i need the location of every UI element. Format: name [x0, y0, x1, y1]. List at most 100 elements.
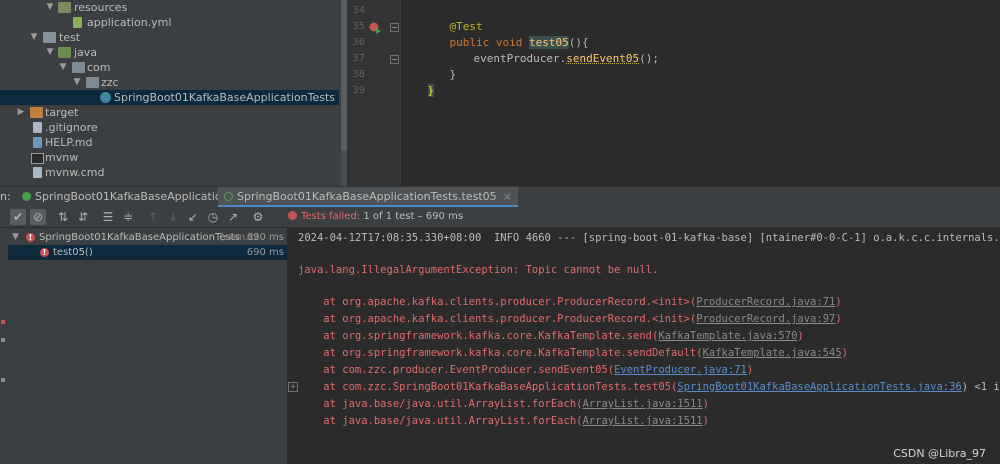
tree-item-label: SpringBoot01KafkaBaseApplicationTests	[114, 91, 336, 104]
tree-item-application-yml[interactable]: application.yml	[0, 15, 339, 30]
test-case-row[interactable]: ! test05() 690 ms	[0, 245, 287, 260]
marker-icon	[1, 320, 5, 324]
line-number: 35	[352, 21, 365, 32]
collapse-all-icon[interactable]: ≑	[120, 209, 136, 225]
run-test-error-icon[interactable]	[369, 22, 381, 34]
tree-item-com[interactable]: ▼ com	[0, 60, 339, 75]
show-passed-icon[interactable]: ✔	[10, 209, 26, 225]
sort-by-duration-icon[interactable]: ⇵	[75, 209, 91, 225]
tree-item-resources[interactable]: ▼ resources	[0, 0, 339, 15]
fold-icon[interactable]	[390, 23, 399, 32]
source-link[interactable]: SpringBoot01KafkaBaseApplicationTests.ja…	[677, 381, 961, 393]
test-results-tree: ▼ ! SpringBoot01KafkaBaseApplicationTest…	[0, 228, 288, 464]
source-link[interactable]: ProducerRecord.java:71	[696, 296, 835, 308]
chevron-right-icon[interactable]: ▶	[16, 105, 26, 120]
chevron-down-icon[interactable]: ▼	[72, 75, 82, 90]
expand-all-icon[interactable]: ☰	[100, 209, 116, 225]
show-ignored-icon[interactable]: ⊘	[30, 209, 46, 225]
markdown-file-icon	[33, 137, 42, 148]
source-link[interactable]: KafkaTemplate.java:545	[703, 347, 842, 359]
history-icon[interactable]: ◷	[205, 209, 221, 225]
tree-item-label: application.yml	[87, 16, 172, 29]
stack-frame: at java.base/java.util.ArrayList.forEach…	[298, 413, 709, 429]
test-duration: 690 ms	[246, 247, 284, 258]
stack-frame-end: )	[702, 415, 709, 427]
file-icon	[33, 122, 42, 133]
line-number: 39	[352, 85, 365, 96]
stack-frame-text: at org.springframework.kafka.core.KafkaT…	[298, 330, 659, 342]
stack-frame: at org.apache.kafka.clients.producer.Pro…	[298, 311, 841, 327]
stack-frame-end: )	[702, 398, 709, 410]
tree-item-gitignore[interactable]: .gitignore	[0, 120, 339, 135]
line-number: 36	[352, 37, 365, 48]
source-link[interactable]: ArrayList.java:1511	[582, 415, 702, 427]
code-line-35: public void test05(){	[423, 19, 589, 49]
tab-application-run[interactable]: SpringBoot01KafkaBaseApplication×	[22, 187, 244, 207]
sort-alphabetically-icon[interactable]: ⇅	[55, 209, 71, 225]
closing-brace: }	[449, 68, 457, 81]
tree-item-target[interactable]: ▶ target	[0, 105, 339, 120]
method-call: sendEvent05	[566, 52, 640, 65]
log-line: 2024-04-12T17:08:35.330+08:00 INFO 4660 …	[298, 232, 1000, 244]
fold-icon[interactable]	[390, 55, 399, 64]
tree-item-java[interactable]: ▼ java	[0, 45, 339, 60]
code-line-36: eventProducer.sendEvent05();	[447, 35, 659, 65]
error-icon: !	[40, 248, 49, 257]
next-failed-icon[interactable]: ↓	[165, 209, 181, 225]
spring-boot-icon	[22, 192, 31, 201]
code-line-38: }	[401, 67, 435, 97]
chevron-down-icon[interactable]: ▼	[45, 0, 55, 15]
exception-line: java.lang.IllegalArgumentException: Topi…	[298, 264, 659, 276]
stack-frame: at org.springframework.kafka.core.KafkaT…	[298, 345, 848, 361]
terminal-file-icon	[31, 153, 44, 164]
error-icon	[288, 211, 297, 220]
line-number: 34	[352, 5, 365, 16]
source-link[interactable]: ProducerRecord.java:97	[696, 313, 835, 325]
stack-frame: at org.apache.kafka.clients.producer.Pro…	[298, 294, 841, 310]
stack-frame-text: at org.apache.kafka.clients.producer.Pro…	[298, 296, 697, 308]
tab-tests-run[interactable]: SpringBoot01KafkaBaseApplicationTests.te…	[218, 187, 518, 207]
tree-item-label: .gitignore	[45, 121, 98, 134]
code-line-34: @Test	[423, 3, 483, 33]
chevron-down-icon[interactable]: ▼	[12, 230, 19, 245]
tree-item-mvnw-cmd[interactable]: mvnw.cmd	[0, 165, 339, 180]
tab-label: SpringBoot01KafkaBaseApplication	[35, 190, 229, 203]
stack-frame: at java.base/java.util.ArrayList.forEach…	[298, 396, 709, 412]
tree-item-label: HELP.md	[45, 136, 93, 149]
test-source-folder-icon	[58, 47, 71, 58]
previous-failed-icon[interactable]: ↑	[145, 209, 161, 225]
stack-frame-text: at org.apache.kafka.clients.producer.Pro…	[298, 313, 697, 325]
settings-gear-icon[interactable]: ⚙	[250, 209, 266, 225]
tree-item-mvnw[interactable]: mvnw	[0, 150, 339, 165]
tree-item-help-md[interactable]: HELP.md	[0, 135, 339, 150]
console-output[interactable]: 2024-04-12T17:08:35.330+08:00 INFO 4660 …	[288, 228, 1000, 464]
tree-item-test[interactable]: ▼ test	[0, 30, 339, 45]
tree-item-zzc[interactable]: ▼ zzc	[0, 75, 339, 90]
tree-item-label: test	[59, 31, 81, 44]
chevron-down-icon[interactable]: ▼	[58, 60, 68, 75]
tree-item-label: resources	[74, 1, 128, 14]
export-results-icon[interactable]: ↗	[225, 209, 241, 225]
expand-icon[interactable]: +	[288, 382, 298, 392]
source-link[interactable]: EventProducer.java:71	[614, 364, 747, 376]
code-line-37: }	[423, 51, 457, 81]
close-icon[interactable]: ×	[503, 190, 512, 203]
source-link[interactable]: ArrayList.java:1511	[582, 398, 702, 410]
chevron-down-icon[interactable]: ▼	[45, 45, 55, 60]
stack-frame-end: )	[841, 347, 848, 359]
test-run-icon	[224, 192, 233, 201]
stack-frame-text: at java.base/java.util.ArrayList.forEach…	[298, 398, 583, 410]
run-tool-window-tabs: n: SpringBoot01KafkaBaseApplication× Spr…	[0, 186, 1000, 208]
tree-item-label: target	[45, 106, 79, 119]
status-label: Tests failed:	[301, 211, 361, 222]
code-editor[interactable]: @Test public void test05(){ eventProduce…	[401, 0, 1000, 186]
stack-frame: at com.zzc.producer.EventProducer.sendEv…	[298, 362, 753, 378]
code-punctuation: ();	[639, 52, 659, 65]
chevron-down-icon[interactable]: ▼	[29, 30, 39, 45]
test-duration: 690 ms	[246, 232, 284, 243]
source-link[interactable]: KafkaTemplate.java:570	[658, 330, 797, 342]
tree-item-label: java	[74, 46, 98, 59]
import-results-icon[interactable]: ↙	[185, 209, 201, 225]
test-suite-row[interactable]: ▼ ! SpringBoot01KafkaBaseApplicationTest…	[0, 230, 287, 245]
tree-item-test-class[interactable]: SpringBoot01KafkaBaseApplicationTests	[0, 90, 339, 105]
